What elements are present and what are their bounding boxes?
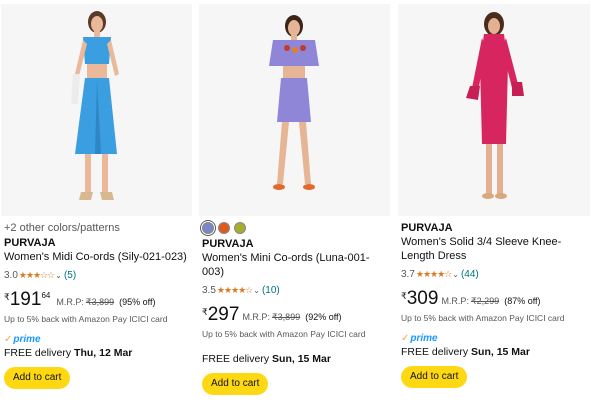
cashback-offer: Up to 5% back with Amazon Pay ICICI card bbox=[401, 313, 565, 323]
mrp-label: M.R.P: bbox=[441, 296, 469, 306]
delivery-prefix: FREE delivery bbox=[4, 347, 72, 359]
product-photo bbox=[398, 4, 590, 216]
prime-badge: ✓ prime bbox=[4, 333, 189, 345]
price[interactable]: ₹ 297 M.R.P: ₹3,899 (92% off) bbox=[202, 305, 387, 327]
brand-name: PURVAJA bbox=[401, 222, 453, 234]
color-swatch[interactable] bbox=[218, 222, 230, 234]
prime-check-icon: ✓ bbox=[401, 332, 410, 344]
mrp-label: M.R.P: bbox=[56, 297, 84, 307]
price-fraction: 64 bbox=[41, 291, 51, 300]
brand-name: PURVAJA bbox=[202, 238, 254, 250]
color-swatches bbox=[202, 220, 387, 236]
product-photo bbox=[199, 4, 390, 216]
delivery-info: FREE delivery Sun, 15 Mar bbox=[401, 345, 587, 359]
product-card[interactable]: +2 other colors/patterns PURVAJA Women's… bbox=[0, 0, 193, 415]
delivery-info: FREE delivery Sun, 15 Mar bbox=[202, 352, 387, 366]
product-image[interactable] bbox=[1, 4, 192, 216]
prime-label: prime bbox=[13, 333, 41, 345]
product-card[interactable]: PURVAJA Women's Solid 3/4 Sleeve Knee- L… bbox=[397, 0, 591, 415]
delivery-prefix: FREE delivery bbox=[401, 346, 469, 358]
more-colors-link[interactable]: +2 other colors/patterns bbox=[4, 220, 189, 236]
brand-name: PURVAJA bbox=[4, 237, 56, 249]
mrp-value: ₹3,899 bbox=[271, 312, 301, 322]
price[interactable]: ₹ 309 M.R.P: ₹2,299 (87% off) bbox=[401, 289, 587, 311]
discount-percent: (87% off) bbox=[504, 296, 541, 306]
price-whole: 191 bbox=[9, 289, 42, 310]
review-count-link[interactable]: (10) bbox=[262, 285, 280, 296]
add-to-cart-button[interactable]: Add to cart bbox=[4, 367, 71, 389]
product-image[interactable] bbox=[398, 4, 590, 216]
price[interactable]: ₹ 191 64 M.R.P: ₹3,899 (95% off) bbox=[4, 290, 189, 312]
color-swatch[interactable] bbox=[202, 222, 214, 234]
rating-row[interactable]: 3.5 ★★★★☆ ⌄ (10) bbox=[202, 283, 387, 297]
rating-value: 3.5 bbox=[202, 284, 216, 296]
mrp-label: M.R.P: bbox=[242, 312, 270, 322]
star-rating-icon[interactable]: ★★★★☆ bbox=[416, 269, 452, 280]
product-image[interactable] bbox=[199, 4, 390, 216]
product-title-line: Women's Solid 3/4 Sleeve Knee- bbox=[401, 236, 562, 248]
delivery-date: Sun, 15 Mar bbox=[272, 353, 331, 365]
mrp-value: ₹3,899 bbox=[85, 297, 115, 307]
price-whole: 297 bbox=[207, 304, 240, 325]
chevron-down-icon[interactable]: ⌄ bbox=[55, 271, 62, 280]
add-to-cart-button[interactable]: Add to cart bbox=[401, 366, 468, 388]
product-title-line: Length Dress bbox=[401, 250, 467, 262]
color-swatch[interactable] bbox=[234, 222, 246, 234]
cashback-offer: Up to 5% back with Amazon Pay ICICI card bbox=[202, 329, 366, 339]
delivery-date: Thu, 12 Mar bbox=[74, 347, 133, 359]
add-to-cart-button[interactable]: Add to cart bbox=[202, 373, 269, 395]
product-title[interactable]: Women's Mini Co-ords (Luna-001-003) bbox=[202, 251, 387, 279]
delivery-info: FREE delivery Thu, 12 Mar bbox=[4, 346, 189, 360]
review-count-link[interactable]: (44) bbox=[461, 269, 479, 280]
prime-check-icon: ✓ bbox=[4, 333, 13, 345]
product-photo bbox=[1, 4, 192, 216]
chevron-down-icon[interactable]: ⌄ bbox=[253, 286, 260, 295]
rating-row[interactable]: 3.0 ★★★☆☆ ⌄ (5) bbox=[4, 268, 189, 282]
discount-percent: (95% off) bbox=[119, 297, 156, 307]
mrp-value: ₹2,299 bbox=[470, 296, 500, 306]
review-count-link[interactable]: (5) bbox=[64, 270, 76, 281]
prime-badge: ✓ prime bbox=[401, 332, 587, 344]
star-rating-icon[interactable]: ★★★☆☆ bbox=[19, 270, 55, 281]
delivery-prefix: FREE delivery bbox=[202, 353, 270, 365]
chevron-down-icon[interactable]: ⌄ bbox=[452, 270, 459, 279]
delivery-date: Sun, 15 Mar bbox=[471, 346, 530, 358]
product-card[interactable]: PURVAJA Women's Mini Co-ords (Luna-001-0… bbox=[198, 0, 391, 415]
cashback-offer: Up to 5% back with Amazon Pay ICICI card bbox=[4, 314, 168, 324]
discount-percent: (92% off) bbox=[305, 312, 342, 322]
star-rating-icon[interactable]: ★★★★☆ bbox=[217, 285, 253, 296]
product-title[interactable]: Women's Midi Co-ords (Sily-021-023) bbox=[4, 250, 189, 264]
rating-value: 3.7 bbox=[401, 268, 415, 280]
product-title[interactable]: Women's Solid 3/4 Sleeve Knee- Length Dr… bbox=[401, 235, 587, 263]
rating-value: 3.0 bbox=[4, 269, 18, 281]
prime-label: prime bbox=[410, 332, 438, 344]
price-whole: 309 bbox=[406, 288, 439, 309]
rating-row[interactable]: 3.7 ★★★★☆ ⌄ (44) bbox=[401, 267, 587, 281]
